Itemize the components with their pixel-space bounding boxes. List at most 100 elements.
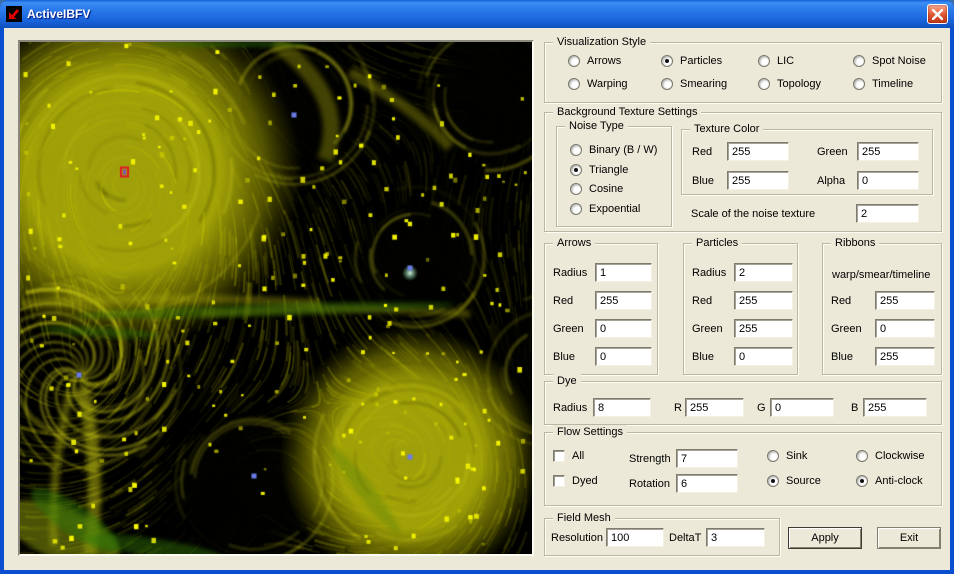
group-flow-settings: Flow Settings All Strength Sink Clockwis… — [544, 432, 942, 506]
texture-blue-input[interactable] — [727, 171, 789, 190]
texture-red-input[interactable] — [727, 142, 789, 161]
radio-expoential[interactable]: Expoential — [570, 203, 640, 215]
particles-blue-input[interactable] — [734, 347, 793, 366]
resolution-input[interactable] — [606, 528, 664, 547]
dye-radius-input[interactable] — [593, 398, 651, 417]
ribbons-blue-input[interactable] — [875, 347, 935, 366]
field-label: Red — [692, 146, 712, 159]
radio-icon — [568, 78, 580, 90]
dye-r-input[interactable] — [685, 398, 744, 417]
radio-timeline[interactable]: Timeline — [853, 78, 913, 90]
radio-icon — [758, 55, 770, 67]
field-label: DeltaT — [669, 532, 701, 545]
group-title: Field Mesh — [553, 511, 615, 525]
arrows-blue-input[interactable] — [595, 347, 652, 366]
arrows-radius-input[interactable] — [595, 263, 652, 282]
group-ribbons: Ribbons warp/smear/timeline Red Green Bl… — [822, 243, 942, 375]
flow-visualization-panel — [18, 40, 534, 556]
radio-label: Timeline — [872, 78, 913, 90]
deltat-input[interactable] — [706, 528, 765, 547]
app-window: ActiveIBFV Visualization Style Arrows Pa… — [0, 0, 954, 574]
radio-icon — [853, 55, 865, 67]
field-label: Blue — [692, 351, 714, 364]
field-label: Resolution — [551, 532, 603, 545]
field-label: Green — [553, 323, 584, 336]
radio-icon — [661, 78, 673, 90]
apply-button[interactable]: Apply — [788, 527, 862, 549]
radio-particles[interactable]: Particles — [661, 55, 722, 67]
arrows-green-input[interactable] — [595, 319, 652, 338]
radio-lic[interactable]: LIC — [758, 55, 794, 67]
radio-icon — [758, 78, 770, 90]
radio-source[interactable]: Source — [767, 475, 821, 487]
field-label: Blue — [831, 351, 853, 364]
particles-red-input[interactable] — [734, 291, 793, 310]
group-dye: Dye Radius R G B — [544, 381, 942, 425]
field-label: B — [851, 402, 858, 415]
texture-alpha-input[interactable] — [857, 171, 919, 190]
radio-topology[interactable]: Topology — [758, 78, 821, 90]
exit-button[interactable]: Exit — [877, 527, 941, 549]
field-label: Blue — [553, 351, 575, 364]
field-label: Blue — [692, 175, 714, 188]
radio-icon — [853, 78, 865, 90]
strength-input[interactable] — [676, 449, 738, 468]
radio-label: Sink — [786, 450, 807, 462]
close-icon — [932, 9, 943, 20]
radio-anticlock[interactable]: Anti-clock — [856, 475, 923, 487]
radio-icon — [661, 55, 673, 67]
titlebar[interactable]: ActiveIBFV — [0, 0, 954, 28]
ribbons-red-input[interactable] — [875, 291, 935, 310]
radio-icon — [568, 55, 580, 67]
radio-arrows[interactable]: Arrows — [568, 55, 621, 67]
radio-label: Topology — [777, 78, 821, 90]
field-label: Alpha — [817, 175, 845, 188]
radio-smearing[interactable]: Smearing — [661, 78, 727, 90]
checkbox-all[interactable]: All — [553, 450, 584, 462]
dye-b-input[interactable] — [863, 398, 927, 417]
radio-label: Anti-clock — [875, 475, 923, 487]
field-label: Radius — [692, 267, 726, 280]
radio-icon — [570, 183, 582, 195]
radio-triangle[interactable]: Triangle — [570, 164, 628, 176]
radio-warping[interactable]: Warping — [568, 78, 628, 90]
radio-label: Triangle — [589, 164, 628, 176]
radio-binary[interactable]: Binary (B / W) — [570, 144, 657, 156]
ribbons-green-input[interactable] — [875, 319, 935, 338]
radio-label: Binary (B / W) — [589, 144, 657, 156]
field-label: Radius — [553, 402, 587, 415]
checkbox-dyed[interactable]: Dyed — [553, 475, 598, 487]
group-title: Background Texture Settings — [553, 105, 701, 119]
window-title: ActiveIBFV — [27, 7, 90, 21]
group-title: Visualization Style — [553, 35, 650, 49]
flow-canvas[interactable] — [20, 42, 532, 554]
noise-scale-label: Scale of the noise texture — [691, 208, 815, 221]
checkbox-icon — [553, 475, 565, 487]
field-label: Red — [692, 295, 712, 308]
radio-icon — [570, 203, 582, 215]
particles-green-input[interactable] — [734, 319, 793, 338]
app-icon — [6, 6, 22, 22]
radio-label: Cosine — [589, 183, 623, 195]
group-title: Particles — [692, 236, 742, 250]
radio-cosine[interactable]: Cosine — [570, 183, 623, 195]
radio-sink[interactable]: Sink — [767, 450, 807, 462]
radio-clockwise[interactable]: Clockwise — [856, 450, 925, 462]
radio-spot-noise[interactable]: Spot Noise — [853, 55, 926, 67]
radio-icon — [767, 450, 779, 462]
close-button[interactable] — [927, 4, 948, 24]
arrows-red-input[interactable] — [595, 291, 652, 310]
noise-scale-input[interactable] — [856, 204, 919, 223]
radio-label: LIC — [777, 55, 794, 67]
particles-radius-input[interactable] — [734, 263, 793, 282]
field-label: Green — [817, 146, 848, 159]
dye-g-input[interactable] — [770, 398, 834, 417]
checkbox-label: Dyed — [572, 475, 598, 487]
field-label: G — [757, 402, 766, 415]
rotation-input[interactable] — [676, 474, 738, 493]
radio-icon — [856, 450, 868, 462]
texture-green-input[interactable] — [857, 142, 919, 161]
field-label: Red — [831, 295, 851, 308]
radio-label: Smearing — [680, 78, 727, 90]
group-title: Dye — [553, 374, 581, 388]
